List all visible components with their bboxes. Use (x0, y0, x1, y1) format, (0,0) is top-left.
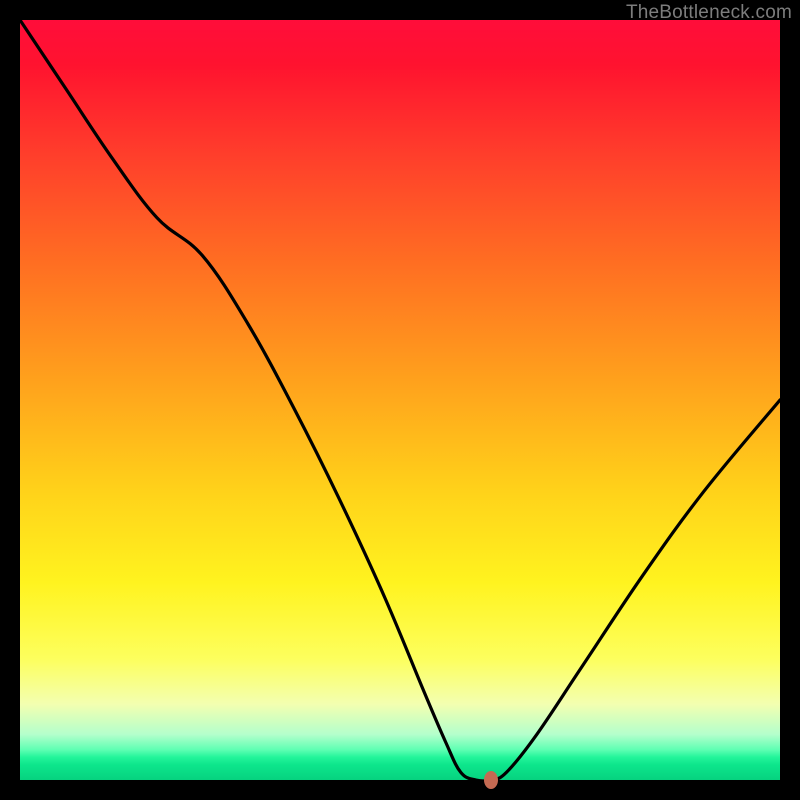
chart-plot-area (20, 20, 780, 780)
bottleneck-curve (20, 20, 780, 780)
chart-frame: TheBottleneck.com (0, 0, 800, 800)
optimum-marker (484, 771, 498, 789)
